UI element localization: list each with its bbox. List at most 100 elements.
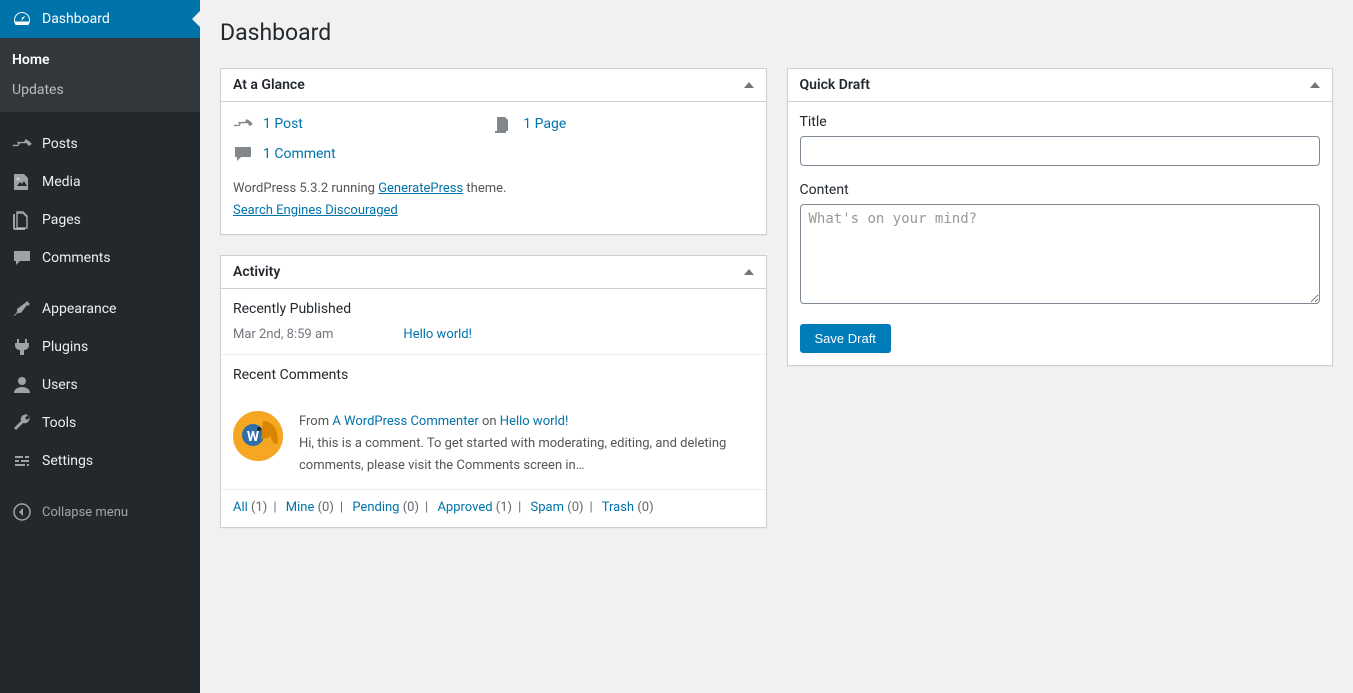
sidebar-label: Media [42,174,81,190]
recent-comments-heading-block: Recent Comments [221,355,766,399]
main-content: Dashboard At a Glance 1 Post [200,0,1353,693]
widget-body: Title Content Save Draft [788,102,1333,365]
toggle-up-icon[interactable] [1310,82,1320,88]
sidebar-item-dashboard[interactable]: Dashboard [0,0,200,38]
admin-sidebar: Dashboard Home Updates Posts Media Pages… [0,0,200,693]
content-textarea[interactable] [800,204,1321,304]
pages-icon [493,114,513,134]
save-draft-button[interactable]: Save Draft [800,324,891,353]
dashboard-widgets: At a Glance 1 Post 1 Page [220,68,1333,548]
published-row: Mar 2nd, 8:59 am Hello world! [233,327,754,342]
recently-published-block: Recently Published Mar 2nd, 8:59 am Hell… [221,289,766,355]
comment-meta: From A WordPress Commenter on Hello worl… [299,411,754,433]
comments-icon [233,144,253,164]
sidebar-separator [0,112,200,125]
theme-link[interactable]: GeneratePress [378,181,463,196]
sidebar-label: Plugins [42,339,88,355]
widget-header: Activity [221,256,766,289]
sidebar-submenu-dashboard: Home Updates [0,38,200,112]
collapse-icon [12,502,32,522]
brush-icon [12,299,32,319]
comment-author-link[interactable]: A WordPress Commenter [332,414,478,429]
separator: | [273,500,276,515]
column-right: Quick Draft Title Content Save Draft [787,68,1334,548]
title-input[interactable] [800,136,1321,166]
sidebar-label: Posts [42,136,78,152]
sidebar-separator [0,480,200,493]
sidebar-label: Tools [42,415,76,431]
filter-pending[interactable]: Pending [352,500,399,515]
sidebar-item-users[interactable]: Users [0,366,200,404]
sidebar-item-tools[interactable]: Tools [0,404,200,442]
sidebar-item-plugins[interactable]: Plugins [0,328,200,366]
separator: | [518,500,521,515]
column-left: At a Glance 1 Post 1 Page [220,68,767,548]
pin-icon [12,134,32,154]
count: (0) [403,500,419,515]
comment-text: Hi, this is a comment. To get started wi… [299,433,754,477]
pages-link[interactable]: 1 Page [523,116,566,132]
sidebar-label: Appearance [42,301,116,317]
count: (0) [637,500,653,515]
comment-body: From A WordPress Commenter on Hello worl… [299,411,754,477]
search-engines-link[interactable]: Search Engines Discouraged [233,203,398,218]
sidebar-item-pages[interactable]: Pages [0,201,200,239]
pages-icon [12,210,32,230]
widget-body: 1 Post 1 Page 1 Comment WordPress 5.3.2 … [221,102,766,234]
settings-icon [12,451,32,471]
sidebar-separator [0,277,200,290]
count: (1) [496,500,512,515]
section-heading: Recent Comments [233,367,754,383]
content-group: Content [800,182,1321,308]
content-label: Content [800,182,1321,198]
quick-draft-widget: Quick Draft Title Content Save Draft [787,68,1334,366]
publish-date: Mar 2nd, 8:59 am [233,327,333,342]
separator: | [340,500,343,515]
glance-pages: 1 Page [493,114,753,134]
sidebar-item-media[interactable]: Media [0,163,200,201]
glance-comments: 1 Comment [233,144,493,164]
dashboard-icon [12,9,32,29]
count: (0) [567,500,583,515]
sidebar-item-appearance[interactable]: Appearance [0,290,200,328]
sidebar-label: Dashboard [42,11,110,27]
filter-spam[interactable]: Spam [531,500,565,515]
sidebar-subitem-home[interactable]: Home [0,45,200,75]
collapse-menu-button[interactable]: Collapse menu [0,493,200,531]
filter-all[interactable]: All [233,500,248,515]
posts-link[interactable]: 1 Post [263,116,303,132]
sidebar-label: Users [42,377,78,393]
widget-header: At a Glance [221,69,766,102]
sidebar-item-comments[interactable]: Comments [0,239,200,277]
pin-icon [233,114,253,134]
user-icon [12,375,32,395]
svg-text:W: W [247,429,260,445]
sidebar-label: Settings [42,453,93,469]
sidebar-item-posts[interactable]: Posts [0,125,200,163]
comment-post-link[interactable]: Hello world! [500,414,569,429]
publish-link[interactable]: Hello world! [403,327,472,342]
sidebar-subitem-updates[interactable]: Updates [0,75,200,105]
toggle-up-icon[interactable] [744,82,754,88]
wrench-icon [12,413,32,433]
widget-title: Activity [233,264,280,280]
on-text: on [479,414,500,429]
media-icon [12,172,32,192]
glance-posts: 1 Post [233,114,493,134]
widget-header: Quick Draft [788,69,1333,102]
toggle-up-icon[interactable] [744,269,754,275]
avatar: W [233,411,283,461]
separator: | [425,500,428,515]
filter-mine[interactable]: Mine [286,500,315,515]
filter-approved[interactable]: Approved [437,500,492,515]
glance-stats: 1 Post 1 Page 1 Comment [233,114,754,164]
sidebar-item-settings[interactable]: Settings [0,442,200,480]
filter-trash[interactable]: Trash [602,500,634,515]
widget-title: Quick Draft [800,77,870,93]
sidebar-label: Pages [42,212,81,228]
wp-version-text: WordPress 5.3.2 running [233,181,378,196]
comments-link[interactable]: 1 Comment [263,146,336,162]
title-label: Title [800,114,1321,130]
count: (1) [251,500,267,515]
from-text: From [299,414,332,429]
